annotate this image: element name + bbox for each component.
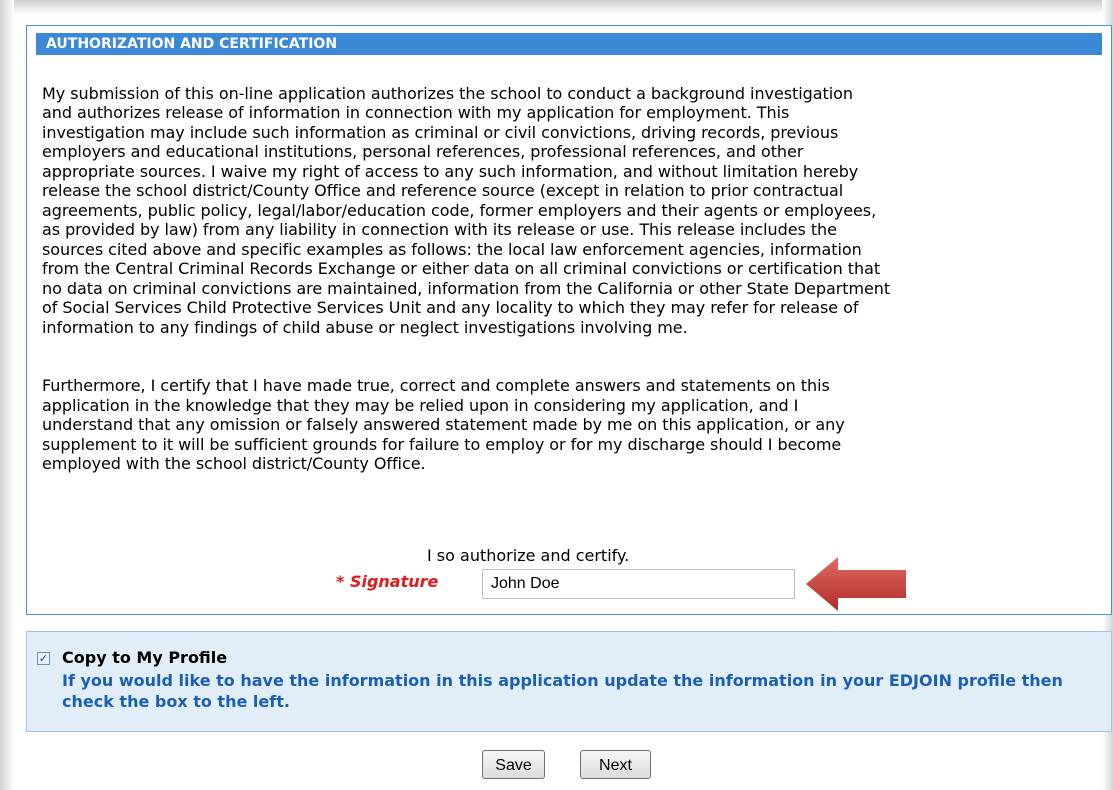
authorization-text: My submission of this on-line applicatio… — [42, 64, 1102, 493]
authorization-paragraph: My submission of this on-line applicatio… — [42, 83, 891, 337]
authorize-statement: I so authorize and certify. — [427, 546, 630, 565]
section-header: AUTHORIZATION AND CERTIFICATION — [36, 33, 1102, 55]
next-button[interactable]: Next — [580, 750, 651, 779]
copy-to-profile-description: If you would like to have the informatio… — [62, 671, 1063, 711]
arrow-pointer-icon — [806, 557, 906, 611]
signature-label: * Signature — [336, 572, 439, 591]
copy-to-profile-label[interactable]: Copy to My Profile — [62, 648, 227, 668]
copy-to-profile-checkbox[interactable]: ✓ — [37, 652, 50, 665]
save-button[interactable]: Save — [482, 750, 545, 779]
window-shadow-left — [0, 0, 14, 790]
signature-input[interactable] — [482, 569, 795, 599]
certification-paragraph: Furthermore, I certify that I have made … — [42, 376, 845, 473]
window-shadow-top — [0, 0, 1114, 14]
